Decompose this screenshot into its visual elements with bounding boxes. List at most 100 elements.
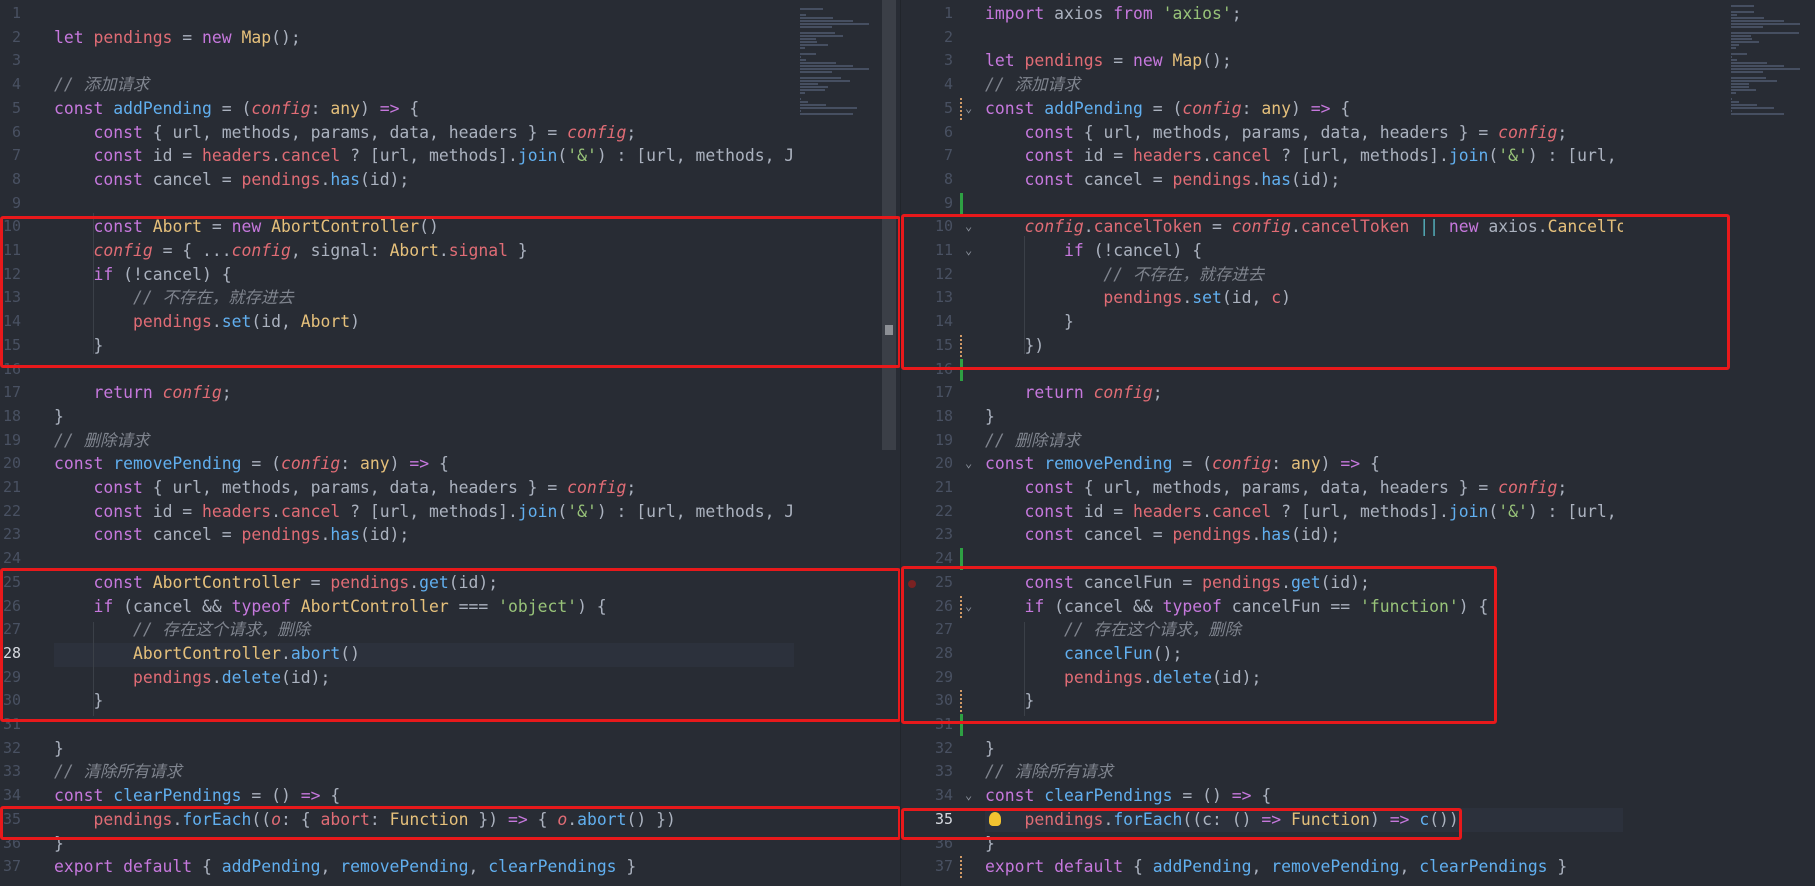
code-token: . — [320, 525, 331, 545]
code-token: has — [1261, 525, 1291, 545]
editor-pane-right[interactable]: 1 import axios from 'axios'; 2 3 let pending… — [900, 0, 1815, 886]
minimap-line — [800, 62, 836, 64]
code-line[interactable]: const id = headers.cancel ? [url, method… — [54, 500, 794, 524]
code-line[interactable]: import axios from 'axios'; — [985, 2, 1623, 26]
code-line[interactable] — [985, 192, 1623, 216]
line-number: 3 — [11, 51, 21, 70]
code-line[interactable]: // 删除请求 — [985, 429, 1623, 453]
code-token: id = — [1083, 146, 1134, 166]
minimap-line — [1731, 56, 1732, 58]
code-token: (); — [1202, 51, 1232, 71]
code-token: removePending — [1044, 454, 1173, 474]
code-line[interactable]: return config; — [985, 381, 1623, 405]
code-line[interactable]: return config; — [54, 381, 794, 405]
code-token: from — [1113, 4, 1163, 23]
minimap-line — [800, 44, 828, 46]
minimap-line — [800, 71, 833, 73]
fold-chevron-icon[interactable]: ⌄ — [965, 452, 972, 476]
code-token: . — [1202, 501, 1212, 521]
line-number: 3 — [943, 51, 953, 70]
code-line[interactable]: const cancel = pendings.has(id); — [985, 523, 1623, 547]
code-line[interactable] — [54, 49, 794, 73]
code-line[interactable]: const cancel = pendings.has(id); — [985, 168, 1623, 192]
code-line[interactable]: } — [54, 737, 794, 761]
line-number: 37 — [934, 857, 953, 876]
code-line[interactable]: } — [985, 737, 1623, 761]
highlight-box-remove-cancel — [901, 566, 1497, 724]
code-token: pendings — [1172, 169, 1252, 189]
code-token: } — [54, 406, 64, 426]
code-line[interactable] — [54, 192, 794, 216]
code-token: '&' — [567, 501, 597, 521]
editor-pane-left[interactable]: 1 2 let pendings = new Map(); 3 4// 添加请求 5 con… — [0, 0, 900, 886]
minimap-line — [800, 8, 823, 10]
code-line[interactable] — [985, 26, 1623, 50]
code-line[interactable]: const addPending = (config: any) => { — [54, 97, 794, 121]
minimap[interactable] — [1731, 4, 1811, 116]
code-token: ? [url, methods]. — [1271, 146, 1449, 166]
code-line[interactable]: // 添加请求 — [54, 73, 794, 97]
code-line[interactable]: const id = headers.cancel ? [url, method… — [54, 144, 794, 168]
code-line[interactable]: let pendings = new Map(); — [54, 26, 794, 50]
code-token: ; — [221, 383, 232, 403]
code-line[interactable]: // 添加请求 — [985, 73, 1623, 97]
code-line[interactable]: export default { addPending, removePendi… — [985, 855, 1623, 879]
line-number: 21 — [934, 478, 953, 496]
code-line[interactable]: const id = headers.cancel ? [url, method… — [985, 144, 1623, 168]
code-token: pendings — [241, 525, 321, 545]
code-line[interactable]: export default { addPending, removePendi… — [54, 855, 794, 879]
line-number: 7 — [943, 146, 953, 165]
code-line[interactable]: const clearPendings = () => { — [985, 784, 1623, 808]
code-token: = () — [1172, 786, 1232, 806]
code-token: , — [1399, 857, 1420, 877]
fold-chevron-icon[interactable]: ⌄ — [965, 784, 972, 808]
code-token: any — [330, 98, 360, 118]
minimap-line — [800, 113, 854, 115]
code-line[interactable]: } — [54, 405, 794, 429]
code-line[interactable]: // 删除请求 — [54, 429, 794, 453]
code-line[interactable] — [54, 2, 794, 26]
code-line[interactable]: const addPending = (config: any) => { — [985, 97, 1623, 121]
minimap-line — [800, 26, 833, 28]
line-number: 5 — [943, 98, 953, 117]
code-token: const — [54, 786, 114, 806]
minimap[interactable] — [800, 4, 880, 116]
minimap-line — [800, 98, 801, 100]
code-token: ? [url, methods]. — [340, 146, 518, 166]
line-number: 33 — [2, 762, 21, 781]
code-token: config — [162, 383, 222, 403]
line-number: 7 — [11, 146, 21, 165]
code-line[interactable]: // 清除所有请求 — [54, 760, 794, 784]
code-token: cancel — [1212, 146, 1272, 166]
minimap-line — [1731, 80, 1777, 82]
code-token: // 清除所有请求 — [54, 762, 182, 782]
code-token: ) : [url, methods, JSO — [1527, 146, 1617, 166]
code-line[interactable]: const cancel = pendings.has(id); — [54, 523, 794, 547]
code-line[interactable]: const { url, methods, params, data, head… — [985, 121, 1623, 145]
line-number: 9 — [943, 193, 953, 212]
line-number: 17 — [934, 383, 953, 402]
code-line[interactable]: const removePending = (config: any) => { — [985, 452, 1623, 476]
code-line[interactable]: const { url, methods, params, data, head… — [54, 121, 794, 145]
line-number: 18 — [934, 406, 953, 425]
minimap-line — [1731, 53, 1748, 55]
code-line[interactable]: const { url, methods, params, data, head… — [54, 476, 794, 500]
code-line[interactable]: const id = headers.cancel ? [url, method… — [985, 500, 1623, 524]
line-number: 34 — [2, 786, 21, 805]
code-line[interactable]: const { url, methods, params, data, head… — [985, 476, 1623, 500]
code-line[interactable]: } — [985, 405, 1623, 429]
code-token: const — [1024, 525, 1084, 545]
minimap-line — [1731, 35, 1751, 37]
code-token: has — [1261, 169, 1291, 189]
code-line[interactable]: let pendings = new Map(); — [985, 49, 1623, 73]
code-line[interactable]: // 清除所有请求 — [985, 760, 1623, 784]
code-line[interactable]: const cancel = pendings.has(id); — [54, 168, 794, 192]
code-line[interactable]: const clearPendings = () => { — [54, 784, 794, 808]
fold-chevron-icon[interactable]: ⌄ — [965, 97, 972, 121]
code-token: export default — [54, 857, 203, 877]
code-token: ) — [1320, 454, 1341, 474]
code-line[interactable]: const removePending = (config: any) => { — [54, 452, 794, 476]
code-token: . — [320, 169, 331, 189]
